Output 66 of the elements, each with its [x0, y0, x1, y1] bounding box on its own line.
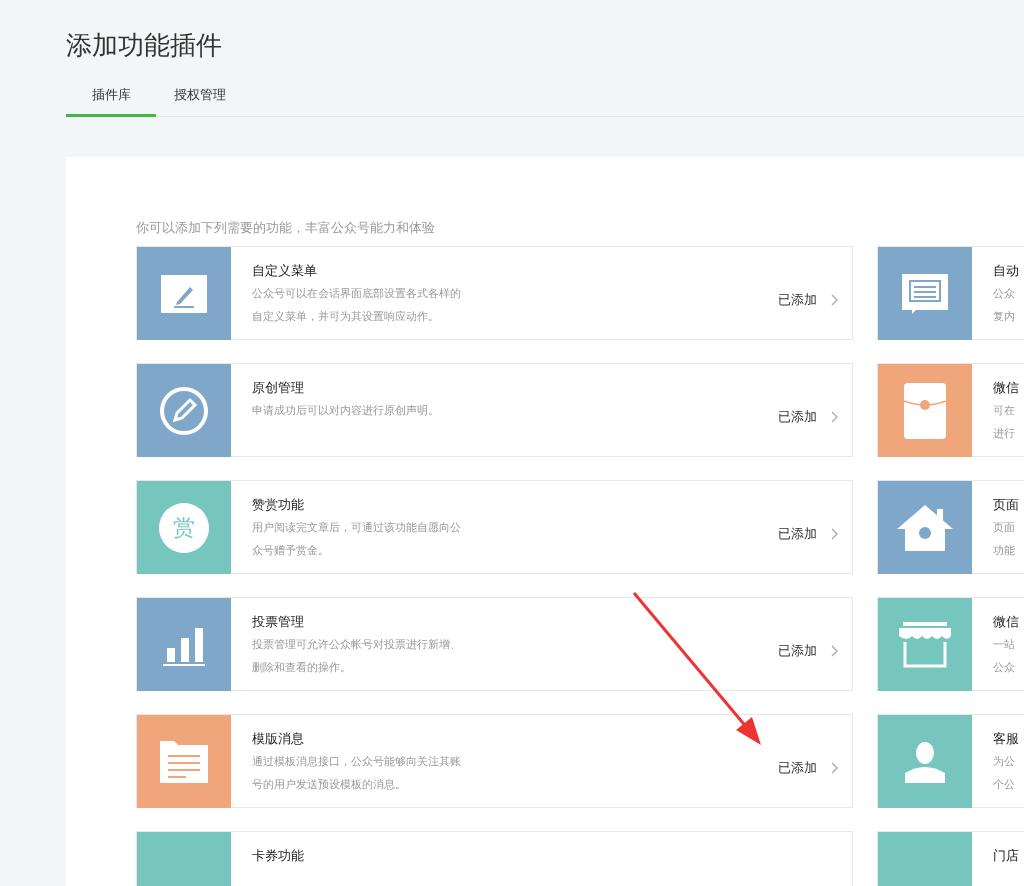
plugin-card[interactable]: 页面 页面 功能	[877, 480, 1024, 574]
chevron-right-icon	[831, 644, 838, 657]
plugin-card[interactable]: 门店	[877, 831, 1024, 886]
plugin-card[interactable]: 卡券功能	[136, 831, 853, 886]
plugin-description: 自定义菜单，并可为其设置响应动作。	[252, 309, 440, 325]
plugin-card[interactable]: 微信 可在 进行	[877, 363, 1024, 457]
chevron-right-icon	[831, 761, 838, 774]
added-status: 已添加	[778, 407, 817, 426]
house-icon	[897, 504, 953, 551]
plugin-card[interactable]: 投票管理 投票管理可允许公众帐号对投票进行新增、 删除和查看的操作。 已添加	[136, 597, 853, 691]
plugin-card[interactable]: 模版消息 通过模板消息接口，公众号能够向关注其账 号的用户发送预设模板的消息。 已添加	[136, 714, 853, 808]
plugin-title: 自定义菜单	[252, 262, 318, 280]
plugin-card[interactable]: 赏 赞赏功能 用户阅读完文章后，可通过该功能自愿向公 众号赠予赏金。 已添加	[136, 480, 853, 574]
plugin-description: 删除和查看的操作。	[252, 660, 352, 676]
plugin-description: 公众	[993, 286, 1016, 302]
chevron-right-icon	[831, 527, 838, 540]
plugin-card[interactable]: 客服 为公 个公	[877, 714, 1024, 808]
shop-icon	[897, 621, 953, 668]
reward-icon: 赏	[159, 502, 209, 553]
plugin-title: 赞赏功能	[252, 496, 305, 514]
plugin-title: 微信	[993, 613, 1020, 631]
circled-pencil-icon	[159, 385, 209, 436]
intro-text: 你可以添加下列需要的功能，丰富公众号能力和体验	[136, 219, 436, 237]
plugin-description: 个公	[993, 777, 1016, 793]
added-status: 已添加	[778, 758, 817, 777]
plugin-description: 通过模板消息接口，公众号能够向关注其账	[252, 754, 462, 770]
plugin-description: 功能	[993, 543, 1016, 559]
plugin-description: 可在	[993, 403, 1016, 419]
tab[interactable]: 授权管理	[156, 82, 244, 117]
plugin-description: 众号赠予赏金。	[252, 543, 330, 559]
plugin-title: 微信	[993, 379, 1020, 397]
plugin-title: 模版消息	[252, 730, 305, 748]
plugin-title: 卡券功能	[252, 847, 305, 865]
plugin-description: 复内	[993, 309, 1016, 325]
plugin-card[interactable]: 自动 公众 复内	[877, 246, 1024, 340]
plugin-description: 申请成功后可以对内容进行原创声明。	[252, 403, 440, 419]
envelope-icon	[904, 382, 946, 439]
plugin-description: 用户阅读完文章后，可通过该功能自愿向公	[252, 520, 462, 536]
chevron-right-icon	[831, 410, 838, 423]
chevron-right-icon	[831, 293, 838, 306]
plugin-description: 公众号可以在会话界面底部设置各式各样的	[252, 286, 462, 302]
plugin-card[interactable]: 自定义菜单 公众号可以在会话界面底部设置各式各样的 自定义菜单，并可为其设置响应动作。 已添加	[136, 246, 853, 340]
plugin-title: 门店	[993, 847, 1020, 865]
chat-icon	[902, 273, 948, 314]
plugin-card[interactable]: 原创管理 申请成功后可以对内容进行原创声明。 已添加	[136, 363, 853, 457]
plugin-description: 公众	[993, 660, 1016, 676]
added-status: 已添加	[778, 524, 817, 543]
plugin-title: 投票管理	[252, 613, 305, 631]
plugin-title: 自动	[993, 262, 1020, 280]
added-status: 已添加	[778, 641, 817, 660]
plugin-description: 投票管理可允许公众帐号对投票进行新增、	[252, 637, 462, 653]
plugin-title: 页面	[993, 496, 1020, 514]
page-title: 添加功能插件	[66, 29, 223, 62]
person-icon	[905, 740, 945, 783]
plugin-card[interactable]: 微信 一站 公众	[877, 597, 1024, 691]
plugin-title: 客服	[993, 730, 1020, 748]
tab[interactable]: 插件库	[66, 82, 156, 117]
plugin-description: 号的用户发送预设模板的消息。	[252, 777, 407, 793]
plugin-title: 原创管理	[252, 379, 305, 397]
plugin-description: 一站	[993, 637, 1016, 653]
pencil-icon	[161, 274, 207, 313]
plugin-description: 进行	[993, 426, 1016, 442]
document-icon	[160, 740, 208, 783]
plugin-description: 页面	[993, 520, 1016, 536]
added-status: 已添加	[778, 290, 817, 309]
plugin-description: 为公	[993, 754, 1016, 770]
